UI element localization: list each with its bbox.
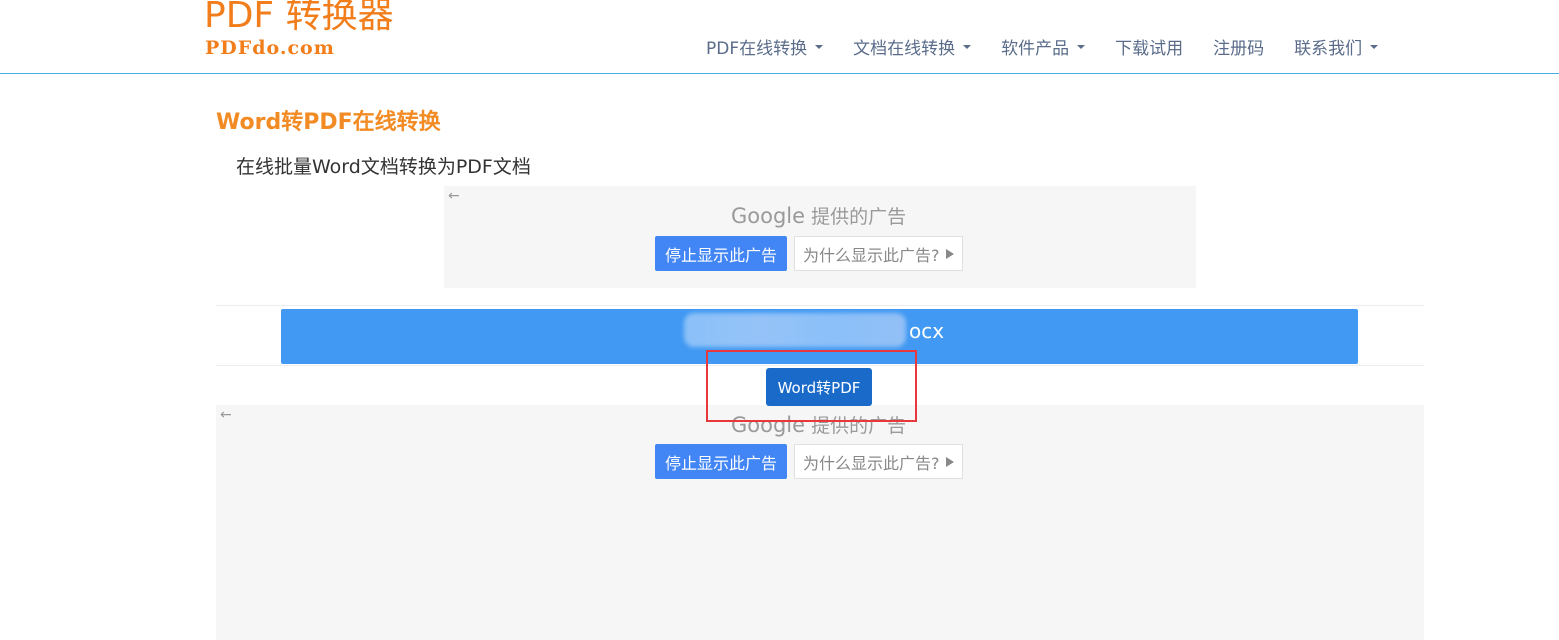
nav-item-doc-online[interactable]: 文档在线转换 (853, 34, 972, 59)
caret-down-icon (963, 44, 972, 49)
why-ad-button[interactable]: 为什么显示此广告? (794, 236, 963, 271)
caret-down-icon (1370, 44, 1379, 49)
nav-item-label: 下载试用 (1115, 39, 1184, 59)
why-ad-button[interactable]: 为什么显示此广告? (794, 444, 963, 479)
nav-item-products[interactable]: 软件产品 (1001, 34, 1086, 59)
nav-item-label: 注册码 (1213, 39, 1265, 59)
stop-ad-button[interactable]: 停止显示此广告 (655, 236, 788, 271)
file-name: ocx (909, 319, 945, 343)
page-title: Word转PDF在线转换 (216, 110, 441, 135)
nav-item-register-code[interactable]: 注册码 (1213, 34, 1264, 59)
why-ad-label: 为什么显示此广告? (803, 453, 940, 473)
nav-item-label: 软件产品 (1001, 39, 1070, 59)
back-arrow-icon[interactable]: ← (448, 188, 460, 204)
caret-down-icon (1077, 44, 1086, 49)
nav-item-contact[interactable]: 联系我们 (1294, 34, 1379, 59)
ad-provider-text: 提供的广告 (811, 206, 907, 228)
nav-item-label: 联系我们 (1294, 39, 1363, 59)
adchoices-icon (945, 248, 954, 259)
site-logo[interactable]: PDF 转换器 (204, 0, 394, 36)
ad-banner-top: ← Google 提供的广告 停止显示此广告 为什么显示此广告? (444, 186, 1196, 288)
page-subtitle: 在线批量Word文档转换为PDF文档 (236, 156, 531, 178)
why-ad-label: 为什么显示此广告? (803, 245, 940, 265)
google-wordmark: Google (731, 204, 806, 228)
main-nav: PDF在线转换 文档在线转换 软件产品 下载试用 注册码 联系我们 (706, 34, 1408, 59)
ad-google-label: Google 提供的广告 (731, 202, 906, 229)
adchoices-icon (945, 456, 954, 467)
caret-down-icon (815, 44, 824, 49)
back-arrow-icon[interactable]: ← (220, 407, 232, 423)
ad-banner-bottom: ← Google 提供的广告 停止显示此广告 为什么显示此广告? (216, 405, 1424, 640)
nav-item-download[interactable]: 下载试用 (1115, 34, 1183, 59)
nav-item-pdf-online[interactable]: PDF在线转换 (706, 34, 824, 59)
highlight-box (706, 350, 917, 422)
redacted-file-name (684, 313, 906, 347)
nav-item-label: PDF在线转换 (706, 39, 808, 59)
site-header: PDF 转换器 PDFdo.com PDF在线转换 文档在线转换 软件产品 下载… (0, 0, 1559, 74)
site-logo-domain[interactable]: PDFdo.com (205, 37, 335, 59)
nav-item-label: 文档在线转换 (853, 39, 956, 59)
divider (216, 305, 1424, 306)
stop-ad-button[interactable]: 停止显示此广告 (655, 444, 788, 479)
